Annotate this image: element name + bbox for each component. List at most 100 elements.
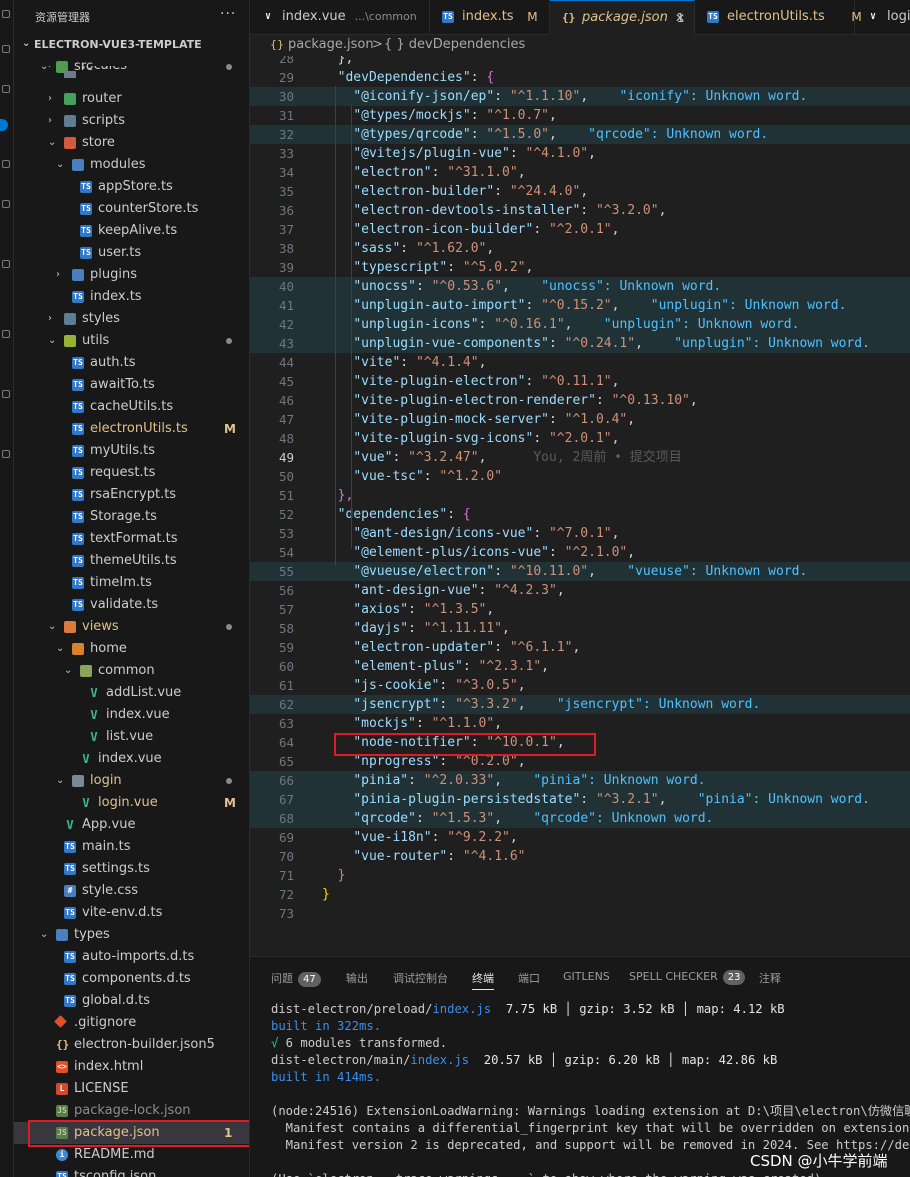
ts-icon: TS (442, 11, 454, 23)
file-tree-item[interactable]: › plugins (14, 264, 249, 286)
highlight-box-node-notifier (334, 733, 596, 756)
breadcrumb-symbol[interactable]: { } devDependencies (384, 35, 525, 55)
line-number: 70 (278, 849, 294, 864)
file-tree-item[interactable]: <> index.html (14, 1056, 249, 1078)
panel-tab[interactable]: GITLENS (563, 970, 610, 983)
file-tree-item[interactable]: ⌄ home (14, 638, 249, 660)
file-tree-item[interactable]: ⌄ views (14, 616, 249, 638)
json-key: "devDependencies" (337, 70, 471, 85)
file-tree-item[interactable]: JS package-lock.json (14, 1100, 249, 1122)
file-tree-item[interactable]: TS timeIm.ts (14, 572, 249, 594)
file-tree-item[interactable]: Vlogin.vue M (14, 792, 249, 814)
file-tree-item[interactable]: TS settings.ts (14, 858, 249, 880)
code-editor[interactable]: 28 }, 29 "devDependencies": {30 "@iconify… (250, 56, 910, 956)
editor-tab[interactable]: {} package.json 1 ✕ (550, 0, 695, 35)
file-tree-item[interactable]: TS themeUtils.ts (14, 550, 249, 572)
file-tree-item[interactable]: TS appStore.ts (14, 176, 249, 198)
file-tree-item[interactable]: TS validate.ts (14, 594, 249, 616)
breadcrumb-file[interactable]: package.json (288, 35, 374, 55)
file-tree-item[interactable]: .gitignore (14, 1012, 249, 1034)
file-tree-item[interactable]: TS Storage.ts (14, 506, 249, 528)
more-actions-icon[interactable]: ··· (220, 6, 236, 22)
file-tree-item[interactable]: TS tsconfig.json (14, 1166, 249, 1177)
file-tree-item[interactable]: TS cacheUtils.ts (14, 396, 249, 418)
line-code: "typescript": "^5.0.2", (322, 258, 533, 277)
panel-tab[interactable]: 端口 (518, 970, 540, 986)
file-tree-item[interactable]: TS awaitTo.ts (14, 374, 249, 396)
file-tree-item[interactable]: VaddList.vue (14, 682, 249, 704)
file-tree-item[interactable]: › scripts (14, 110, 249, 132)
docker-icon[interactable] (2, 450, 10, 458)
panel-tab[interactable]: 问题 47 (271, 970, 321, 987)
panel-tab[interactable]: 调试控制台 (393, 970, 448, 986)
editor-tab[interactable]: TS electronUtils.ts M (695, 0, 862, 35)
json-colon: : (462, 659, 479, 674)
code-line: 35 "electron-builder": "^24.4.0", (250, 182, 910, 201)
source-control-icon[interactable] (2, 85, 10, 93)
file-tree-item[interactable]: › styles (14, 308, 249, 330)
explorer-icon[interactable] (2, 10, 10, 18)
file-tree-item[interactable]: TS request.ts (14, 462, 249, 484)
file-tree-item[interactable]: ⌄ store (14, 132, 249, 154)
panel-tab[interactable]: 终端 (472, 970, 494, 990)
file-tree-item[interactable]: › router (14, 88, 249, 110)
testing-icon[interactable] (2, 390, 10, 398)
json-comma: , (541, 659, 549, 674)
json-comma: , (517, 165, 526, 180)
file-tree-item[interactable]: Vindex.vue (14, 748, 249, 770)
editor-tab[interactable]: TS index.ts M (430, 0, 550, 35)
file-tree-item[interactable]: TS global.d.ts (14, 990, 249, 1012)
file-tree-item[interactable]: TS main.ts (14, 836, 249, 858)
file-tree-item[interactable]: Vindex.vue (14, 704, 249, 726)
file-tree-item-label: utils (82, 333, 110, 348)
terminal-text: 7.75 kB │ gzip: 3.52 kB │ map: 4.12 kB (491, 1002, 785, 1016)
panel-tab[interactable]: 注释 (759, 970, 781, 986)
json-key: "ant-design-vue" (353, 583, 479, 598)
remote-icon[interactable] (2, 260, 10, 268)
file-tree-item[interactable]: TS components.d.ts (14, 968, 249, 990)
extensions-icon[interactable] (2, 200, 10, 208)
line-code: "@ant-design/icons-vue": "^7.0.1", (322, 524, 619, 543)
file-tree-item[interactable]: ⌄ login (14, 770, 249, 792)
editor-tab[interactable]: Vindex.vue ...\common (250, 0, 430, 35)
gitlens-icon[interactable] (2, 330, 10, 338)
file-tree-item[interactable]: TS rsaEncrypt.ts (14, 484, 249, 506)
json-icon: {} (562, 11, 576, 24)
file-tree-item[interactable]: TS vite-env.d.ts (14, 902, 249, 924)
ts-icon: TS (72, 291, 84, 303)
editor-tab[interactable]: Vlogin (855, 0, 910, 35)
file-tree-item[interactable]: ⌄ common (14, 660, 249, 682)
file-tree-item[interactable]: Vlist.vue (14, 726, 249, 748)
file-tree-item[interactable]: TS user.ts (14, 242, 249, 264)
file-tree-item[interactable]: # style.css (14, 880, 249, 902)
file-tree-item[interactable]: TS auto-imports.d.ts (14, 946, 249, 968)
file-tree-item[interactable]: TS textFormat.ts (14, 528, 249, 550)
file-tree-item[interactable]: TS keepAlive.ts (14, 220, 249, 242)
run-debug-icon[interactable] (2, 160, 10, 168)
terminal-line: (Use `electron --trace-warnings ...` to … (271, 1171, 821, 1177)
file-tree-item[interactable]: V App.vue (14, 814, 249, 836)
json-value: "^10.11.0" (509, 564, 589, 579)
search-icon[interactable] (2, 45, 10, 53)
close-icon[interactable]: ✕ (675, 1, 685, 35)
file-tree-item[interactable]: i README.md (14, 1144, 249, 1166)
file-tree-item[interactable]: ⌄ types (14, 924, 249, 946)
file-tree-item-label: electronUtils.ts (90, 421, 188, 436)
terminal-line: √ 6 modules transformed. (271, 1035, 447, 1052)
panel-tab[interactable]: 输出 (346, 970, 368, 986)
file-tree-item[interactable]: TS electronUtils.ts M (14, 418, 249, 440)
file-tree-item[interactable]: TS myUtils.ts (14, 440, 249, 462)
terminal-text: 20.57 kB │ gzip: 6.20 kB │ map: 42.86 kB (469, 1053, 778, 1067)
file-tree-item[interactable]: {} electron-builder.json5 (14, 1034, 249, 1056)
panel-tab[interactable]: SPELL CHECKER 23 (629, 970, 746, 985)
file-tree-item[interactable]: L LICENSE (14, 1078, 249, 1100)
file-tree-item[interactable]: ⌄ utils (14, 330, 249, 352)
file-tree-item[interactable]: TS auth.ts (14, 352, 249, 374)
file-tree-item[interactable]: ›locales (14, 66, 249, 78)
file-tree-item[interactable]: TS counterStore.ts (14, 198, 249, 220)
workspace-root[interactable]: ⌄ ELECTRON-VUE3-TEMPLATE (14, 34, 249, 56)
code-line: 51 }, (250, 486, 910, 505)
file-tree-item[interactable]: TS index.ts (14, 286, 249, 308)
file-tree-item[interactable]: ⌄ modules (14, 154, 249, 176)
line-number: 53 (278, 526, 294, 541)
